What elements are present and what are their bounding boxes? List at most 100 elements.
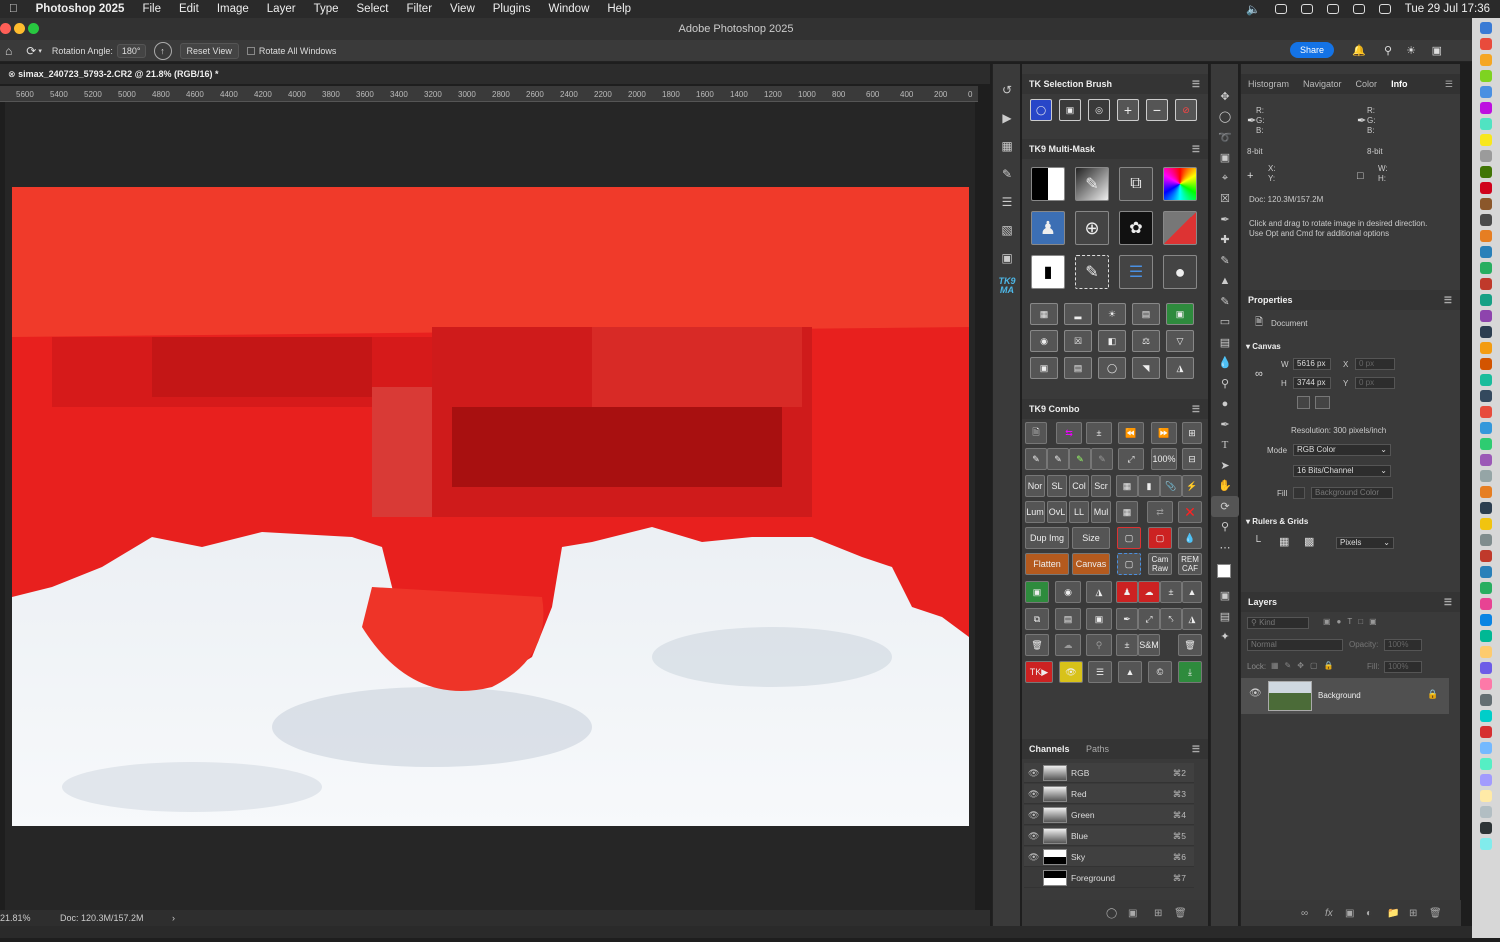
selection-subtract-button[interactable]: − bbox=[1146, 99, 1168, 121]
channel-row-foreground[interactable]: Foreground ⌘7 bbox=[1024, 868, 1194, 888]
fill-opacity-input[interactable]: 100% bbox=[1384, 661, 1422, 673]
combo-plus-select-button[interactable]: ± bbox=[1116, 634, 1138, 656]
mask-portrait-button[interactable]: ♟ bbox=[1031, 211, 1065, 245]
combo-crop-button[interactable]: ▢ bbox=[1117, 553, 1141, 575]
status-menu-chevron-icon[interactable]: › bbox=[172, 910, 175, 926]
dock-app-icon[interactable] bbox=[1480, 646, 1492, 658]
close-tab-icon[interactable]: ⊗ bbox=[8, 69, 16, 79]
tab-navigator[interactable]: Navigator bbox=[1296, 79, 1349, 89]
rotation-angle-input[interactable]: 180° bbox=[116, 43, 146, 58]
combo-warp2-button[interactable]: ◮ bbox=[1182, 608, 1202, 630]
adj-warp-button[interactable]: ◮ bbox=[1166, 357, 1194, 379]
menu-image[interactable]: Image bbox=[208, 3, 258, 15]
tab-color[interactable]: Color bbox=[1349, 79, 1385, 89]
dock-app-icon[interactable] bbox=[1480, 86, 1492, 98]
menu-type[interactable]: Type bbox=[305, 3, 348, 15]
dock-app-icon[interactable] bbox=[1480, 630, 1492, 642]
dock-app-icon[interactable] bbox=[1480, 550, 1492, 562]
combo-mul-button[interactable]: Mul bbox=[1091, 501, 1111, 523]
portrait-orient-icon[interactable] bbox=[1297, 396, 1310, 409]
selection-lasso-button[interactable]: ◯ bbox=[1030, 99, 1052, 121]
brush-panel-icon[interactable]: ✎ bbox=[993, 160, 1021, 188]
stamp-tool-icon[interactable]: ▲ bbox=[1211, 271, 1239, 292]
load-selection-icon[interactable]: ◯ bbox=[1106, 908, 1117, 919]
adj-triangle-button[interactable]: ▽ bbox=[1166, 330, 1194, 352]
notifications-icon[interactable]: 🔔 bbox=[1352, 44, 1366, 57]
document-tab[interactable]: ⊗ simax_240723_5793-2.CR2 @ 21.8% (RGB/1… bbox=[0, 64, 990, 84]
gradient-tool-icon[interactable]: ▤ bbox=[1211, 332, 1239, 353]
panel-menu-icon[interactable]: ☰ bbox=[1444, 592, 1452, 612]
combo-s-and-m-button[interactable]: S&M bbox=[1138, 634, 1160, 656]
layer-row-background[interactable]: 👁 Background 🔒 bbox=[1241, 678, 1449, 714]
generative-icon[interactable]: ✦ bbox=[1211, 627, 1239, 648]
mode-select[interactable]: RGB Color ⌄ bbox=[1293, 444, 1391, 456]
panel-menu-icon[interactable]: ☰ bbox=[1192, 74, 1200, 94]
combo-download-button[interactable]: ⤓ bbox=[1178, 661, 1202, 683]
dock-app-icon[interactable] bbox=[1480, 166, 1492, 178]
eye-icon[interactable]: 👁 bbox=[1249, 688, 1262, 699]
dock-app-icon[interactable] bbox=[1480, 470, 1492, 482]
horizontal-ruler[interactable]: 5600 5400 5200 5000 4800 4600 4400 4200 4000 3800… bbox=[0, 86, 978, 102]
mask-circles-button[interactable]: ● bbox=[1163, 255, 1197, 289]
minimize-window-button[interactable] bbox=[14, 23, 25, 34]
combo-brush-black-button[interactable]: ✎ bbox=[1025, 448, 1047, 470]
mask-levels-button[interactable] bbox=[1031, 167, 1065, 201]
units-select[interactable]: Pixels ⌄ bbox=[1336, 537, 1394, 549]
combo-tk-button[interactable]: TK ▶ bbox=[1025, 661, 1053, 683]
combo-stamp-button[interactable]: ▲ bbox=[1182, 581, 1202, 603]
dock-app-icon[interactable] bbox=[1480, 102, 1492, 114]
dock-app-icon[interactable] bbox=[1480, 662, 1492, 674]
rotate-all-checkbox[interactable] bbox=[246, 46, 255, 55]
channel-row-blue[interactable]: 👁 Blue ⌘5 bbox=[1024, 826, 1194, 846]
healing-tool-icon[interactable]: ✚ bbox=[1211, 230, 1239, 251]
dock-app-icon[interactable] bbox=[1480, 422, 1492, 434]
combo-flatten-button[interactable]: Flatten bbox=[1025, 553, 1069, 575]
blend-mode-select[interactable]: Normal bbox=[1247, 639, 1343, 651]
foreground-color-swatch[interactable] bbox=[1217, 563, 1231, 578]
combo-nor-button[interactable]: Nor bbox=[1025, 475, 1045, 497]
combo-zoom-in-button[interactable]: ⊞ bbox=[1182, 422, 1202, 444]
search-icon[interactable] bbox=[1352, 4, 1365, 14]
combo-remcaf-button[interactable]: REM CAF bbox=[1178, 553, 1202, 575]
guides-toggle-icon[interactable]: ▩ bbox=[1304, 535, 1314, 548]
volume-icon[interactable]: 🔈 bbox=[1246, 2, 1260, 16]
eye-icon[interactable]: 👁 bbox=[1028, 810, 1039, 821]
combo-next-button[interactable]: ⏩ bbox=[1151, 422, 1177, 444]
menu-help[interactable]: Help bbox=[598, 3, 640, 15]
combo-flash-button[interactable]: ⚡ bbox=[1182, 475, 1202, 497]
combo-fit-screen-button[interactable]: ⤢ bbox=[1118, 448, 1144, 470]
mask-target-button[interactable]: ⊕ bbox=[1075, 211, 1109, 245]
close-window-button[interactable] bbox=[0, 23, 11, 34]
dock-app-icon[interactable] bbox=[1480, 694, 1492, 706]
combo-apply-button[interactable]: ⇄ bbox=[1147, 501, 1173, 523]
history-panel-icon[interactable]: ↺ bbox=[993, 76, 1021, 104]
combo-cloud-button[interactable]: ☁ bbox=[1055, 634, 1081, 656]
panel-menu-icon[interactable]: ☰ bbox=[1192, 139, 1200, 159]
share-button[interactable]: Share bbox=[1289, 42, 1334, 58]
link-icon[interactable]: ∞ bbox=[1255, 368, 1263, 380]
dock-app-icon[interactable] bbox=[1480, 614, 1492, 626]
menu-file[interactable]: File bbox=[133, 3, 170, 15]
eye-icon[interactable]: 👁 bbox=[1028, 852, 1039, 863]
dock-app-icon[interactable] bbox=[1480, 118, 1492, 130]
dock-app-icon[interactable] bbox=[1480, 70, 1492, 82]
delete-channel-icon[interactable]: 🗑 bbox=[1174, 908, 1187, 919]
dock-app-icon[interactable] bbox=[1480, 534, 1492, 546]
dock-app-icon[interactable] bbox=[1480, 758, 1492, 770]
dock-app-icon[interactable] bbox=[1480, 246, 1492, 258]
combo-plusminus-button[interactable]: ± bbox=[1086, 422, 1112, 444]
adj-balance-button[interactable]: ⚖ bbox=[1132, 330, 1160, 352]
crop-tool-icon[interactable]: ⌖ bbox=[1211, 168, 1239, 189]
search-icon[interactable]: ⚲ bbox=[1384, 44, 1392, 57]
more-tools-icon[interactable]: ⋯ bbox=[1211, 537, 1239, 558]
new-channel-icon[interactable]: ⊞ bbox=[1154, 908, 1162, 919]
adjustments-panel-icon[interactable]: ☰ bbox=[993, 188, 1021, 216]
combo-ll-button[interactable]: LL bbox=[1069, 501, 1089, 523]
rotation-dial[interactable]: ↑ bbox=[153, 41, 172, 60]
combo-red-fill-button[interactable]: ▢ bbox=[1148, 527, 1172, 549]
dock-app-icon[interactable] bbox=[1480, 374, 1492, 386]
selection-clear-button[interactable]: ⊘ bbox=[1175, 99, 1197, 121]
adj-filmstrip-button[interactable]: ▤ bbox=[1132, 303, 1160, 325]
selection-add-button[interactable]: + bbox=[1117, 99, 1139, 121]
dock-app-icon[interactable] bbox=[1480, 358, 1492, 370]
